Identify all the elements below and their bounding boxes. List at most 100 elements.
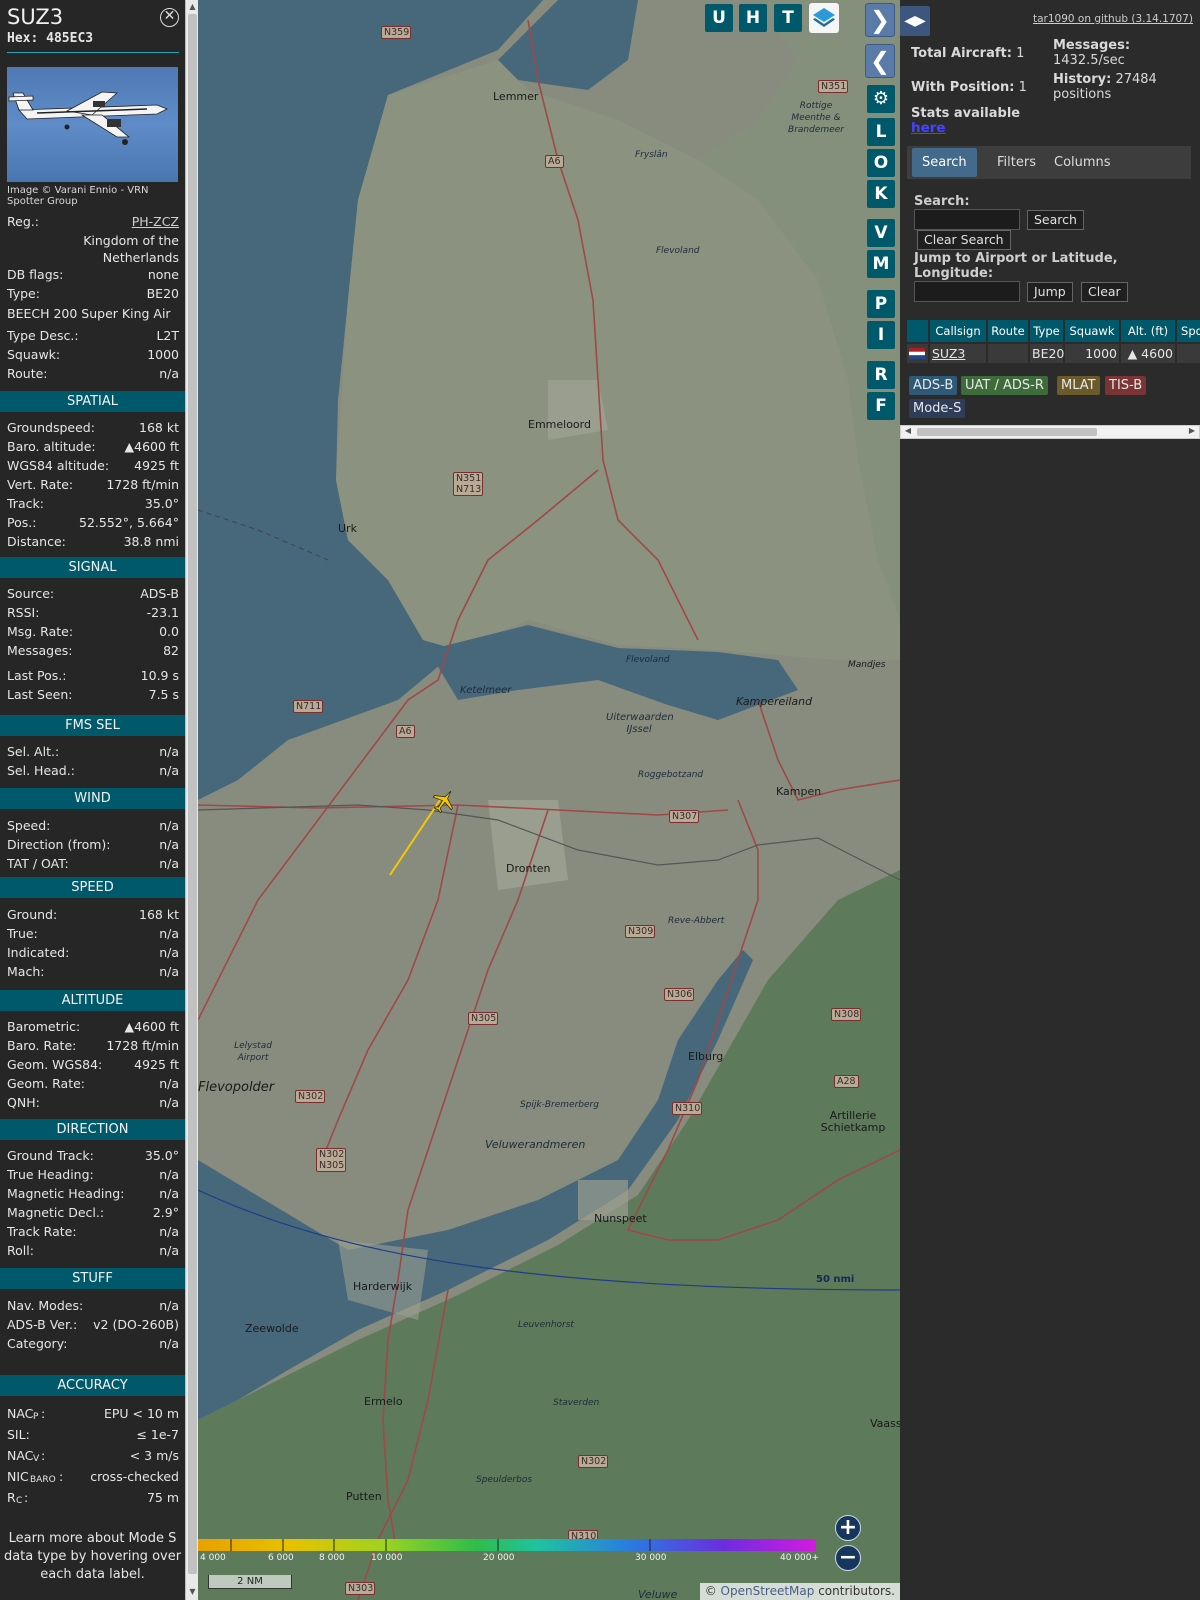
map-button-r[interactable]: R (867, 361, 895, 389)
table-cell-altitude: ▲ 4600 (1121, 344, 1175, 363)
source-chip-mode-s[interactable]: Mode-S (909, 399, 966, 418)
clear-search-button[interactable]: Clear Search (917, 230, 1011, 250)
fms-row: Sel. Head.: n/a (7, 762, 179, 779)
source-chip-uat-ads-r[interactable]: UAT / ADS-R (961, 376, 1048, 395)
table-header-type[interactable]: Type (1030, 320, 1063, 342)
jump-input[interactable] (914, 281, 1020, 302)
info-key: Vert. Rate: (7, 477, 74, 492)
zoom-out-button[interactable]: − (835, 1545, 861, 1571)
info-value: 4925 ft (134, 1057, 179, 1072)
road-shield: N307 (669, 810, 699, 823)
messages-value: 1432.5/sec (1053, 53, 1125, 68)
clear-button[interactable]: Clear (1081, 282, 1128, 302)
source-chip-ads-b[interactable]: ADS-B (909, 376, 958, 395)
spatial-row: Distance: 38.8 nmi (7, 533, 179, 550)
map-button-i[interactable]: I (867, 321, 895, 349)
map-button-t[interactable]: T (774, 4, 802, 32)
road-shield: N359 (381, 26, 411, 39)
reg-row: Reg.: PH-ZCZ (7, 213, 179, 230)
scroll-right-icon[interactable]: ▶ (1186, 425, 1198, 437)
section-header-spatial: SPATIAL (0, 391, 185, 412)
road-shield: N351 N713 (453, 472, 483, 496)
settings-button[interactable]: ⚙ (867, 85, 895, 113)
tab-filters[interactable]: Filters (987, 148, 1046, 177)
info-key: True: (7, 926, 38, 941)
expand-right-button[interactable]: ❯ (865, 3, 895, 37)
map-button-u[interactable]: U (705, 4, 733, 32)
scrollbar-thumb[interactable] (188, 14, 197, 1574)
info-value: ADS-B (140, 586, 179, 601)
scrollbar-thumb[interactable] (917, 428, 1097, 436)
search-button[interactable]: Search (1027, 210, 1084, 230)
info-value: n/a (159, 1167, 179, 1182)
github-link[interactable]: tar1090 on github (3.14.1707) (1033, 13, 1193, 25)
map-label-veluwe: Veluwe (638, 1588, 678, 1600)
close-icon[interactable]: ✕ (160, 8, 179, 27)
tab-columns[interactable]: Columns (1044, 148, 1121, 177)
footer-line: Learn more about Mode S (8, 1531, 177, 1546)
map-label-leuvenhorst: Leuvenhorst (518, 1320, 574, 1330)
spatial-row: WGS84 altitude: 4925 ft (7, 457, 179, 474)
type-full: BEECH 200 Super King Air (7, 306, 171, 321)
info-row: DB flags: none (7, 266, 179, 283)
speed-row: True: n/a (7, 925, 179, 942)
zoom-in-button[interactable]: + (835, 1515, 861, 1541)
scroll-left-icon[interactable]: ◀ (902, 425, 914, 437)
search-input[interactable] (914, 209, 1020, 230)
info-value: cross-checked (90, 1469, 179, 1484)
map-label-kampereiland: Kampereiland (736, 695, 813, 708)
map-button-o[interactable]: O (867, 149, 895, 177)
map-button-k[interactable]: K (867, 180, 895, 208)
info-value: n/a (159, 763, 179, 778)
table-scrollbar[interactable]: ◀ ▶ (900, 425, 1200, 439)
road-shield: N302 (295, 1090, 325, 1103)
aircraft-photo[interactable] (7, 67, 178, 182)
table-header-route[interactable]: Route (988, 320, 1028, 342)
scroll-down-icon[interactable]: ▼ (187, 1587, 198, 1597)
info-value: 0.0 (159, 624, 179, 639)
map-button-p[interactable]: P (867, 290, 895, 318)
info-scrollbar[interactable]: ▲ ▼ (185, 0, 198, 1600)
tab-search[interactable]: Search (912, 148, 977, 177)
info-key: Source: (7, 586, 55, 601)
stats-label: Stats available (911, 106, 1021, 121)
map-button-l[interactable]: L (867, 118, 895, 146)
road-shield: N310 (672, 1102, 702, 1115)
table-header-flag[interactable] (907, 320, 928, 342)
signal-row: RSSI: -23.1 (7, 604, 179, 621)
table-cell-type: BE20 (1030, 344, 1065, 363)
table-header-squawk[interactable]: Squawk (1065, 320, 1119, 342)
table-cell-callsign[interactable]: SUZ3 (930, 344, 986, 363)
scroll-up-icon[interactable]: ▲ (187, 2, 198, 12)
total-aircraft-value: 1 (1016, 46, 1025, 61)
map-label-ketelmeer: Ketelmeer (460, 685, 512, 696)
direction-row: Magnetic Heading: n/a (7, 1185, 179, 1202)
map-button-m[interactable]: M (867, 250, 895, 278)
map-button-v[interactable]: V (867, 219, 895, 247)
stats-link[interactable]: here (911, 121, 946, 136)
map-button-h[interactable]: H (739, 4, 767, 32)
colon: : (41, 1406, 46, 1421)
sidebar-toggle-button[interactable]: ◀▶ (900, 6, 930, 36)
map-label-putten: Putten (346, 1490, 382, 1503)
map-label-flevoland2: Flevoland (626, 655, 670, 665)
table-header-callsign[interactable]: Callsign (930, 320, 986, 342)
collapse-left-button[interactable]: ❮ (865, 44, 895, 78)
attribution-link[interactable]: OpenStreetMap (721, 1584, 815, 1598)
table-header-speed[interactable]: Spd (1177, 320, 1200, 342)
map-view[interactable]: Lemmer Emmeloord Urk Ketelmeer Kampereiland U… (198, 0, 900, 1600)
map-label-speulderbos: Speulderbos (476, 1475, 533, 1485)
info-value: ▲4600 ft (124, 1019, 179, 1034)
info-value: n/a (159, 1186, 179, 1201)
jump-button[interactable]: Jump (1027, 282, 1073, 302)
table-header-altitude[interactable]: Alt. (ft) (1121, 320, 1175, 342)
source-chip-mlat[interactable]: MLAT (1057, 376, 1100, 395)
map-button-f[interactable]: F (867, 392, 895, 420)
layers-button[interactable] (809, 3, 839, 33)
speed-row: Ground: 168 kt (7, 906, 179, 923)
source-chip-tis-b[interactable]: TIS-B (1105, 376, 1147, 395)
aircraft-icon[interactable] (430, 787, 458, 815)
info-key: Indicated: (7, 945, 70, 960)
info-key: Ground Track: (7, 1148, 94, 1163)
reg-link[interactable]: PH-ZCZ (132, 213, 179, 230)
